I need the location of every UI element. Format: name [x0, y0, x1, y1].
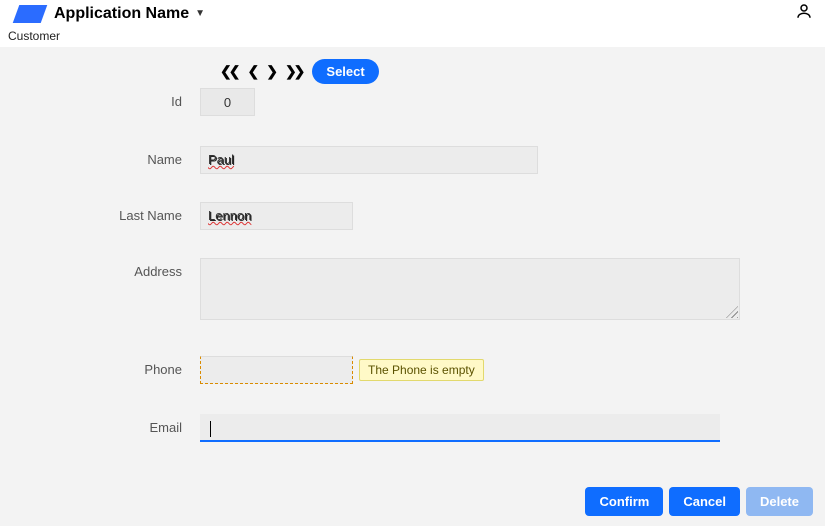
nav-icons: ❮❮ ❮ ❯ ❯❯ [218, 63, 304, 80]
label-address: Address [0, 258, 200, 279]
app-name-label: Application Name [54, 5, 189, 23]
app-name-dropdown[interactable]: Application Name ▼ [54, 5, 205, 23]
last-record-icon[interactable]: ❯❯ [283, 63, 304, 80]
email-input[interactable] [200, 414, 720, 442]
row-address: Address [0, 258, 825, 320]
id-value: 0 [224, 95, 231, 110]
cancel-button[interactable]: Cancel [669, 487, 740, 516]
phone-input[interactable] [200, 356, 353, 384]
label-email: Email [0, 414, 200, 435]
prev-record-icon[interactable]: ❮ [245, 63, 258, 80]
label-name: Name [0, 146, 200, 167]
breadcrumb: Customer [0, 27, 825, 47]
name-input[interactable] [200, 146, 538, 174]
top-bar: Application Name ▼ [0, 0, 825, 27]
lastname-input[interactable] [200, 202, 353, 230]
top-bar-left: Application Name ▼ [10, 5, 205, 23]
row-name: Name Paul [0, 146, 825, 174]
label-phone: Phone [0, 356, 200, 377]
select-button[interactable]: Select [312, 59, 378, 84]
next-record-icon[interactable]: ❯ [264, 63, 277, 80]
phone-empty-tooltip: The Phone is empty [359, 359, 484, 381]
id-field: 0 [200, 88, 255, 116]
chevron-down-icon: ▼ [195, 8, 205, 19]
delete-button[interactable]: Delete [746, 487, 813, 516]
first-record-icon[interactable]: ❮❮ [218, 63, 239, 80]
label-id: Id [0, 88, 200, 109]
address-input[interactable] [200, 258, 740, 320]
phone-tooltip-text: The Phone is empty [368, 363, 475, 377]
confirm-button[interactable]: Confirm [585, 487, 663, 516]
row-lastname: Last Name Lennon [0, 202, 825, 230]
row-id: Id 0 [0, 88, 825, 116]
content-area: ❮❮ ❮ ❯ ❯❯ Select Id 0 Name Paul Last Nam… [0, 47, 825, 442]
user-icon[interactable] [795, 2, 813, 25]
logo-icon [13, 5, 48, 23]
row-phone: Phone The Phone is empty [0, 356, 825, 384]
row-email: Email [0, 414, 825, 442]
label-lastname: Last Name [0, 202, 200, 223]
record-nav-toolbar: ❮❮ ❮ ❯ ❯❯ Select [218, 59, 825, 84]
footer-actions: Confirm Cancel Delete [585, 487, 813, 516]
breadcrumb-label: Customer [8, 29, 60, 43]
